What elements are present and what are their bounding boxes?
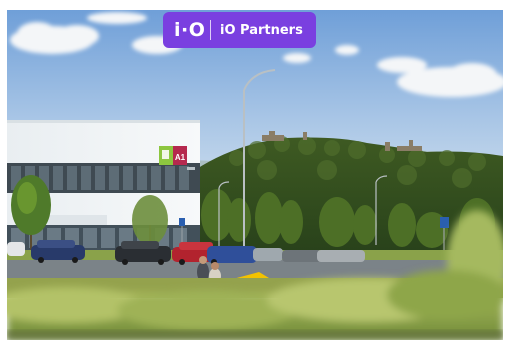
partner-badge: i·O iO Partners: [163, 12, 316, 48]
partner-name: iO Partners: [220, 22, 303, 38]
hero-photo: A1: [7, 10, 503, 340]
bottom-path: [7, 330, 503, 340]
badge-divider: [210, 20, 211, 40]
sign-text: A1: [175, 153, 186, 162]
io-logo: i·O: [174, 18, 206, 41]
page-frame: A1 i·O iO Partners: [0, 0, 505, 343]
building-sign: A1: [159, 146, 187, 165]
